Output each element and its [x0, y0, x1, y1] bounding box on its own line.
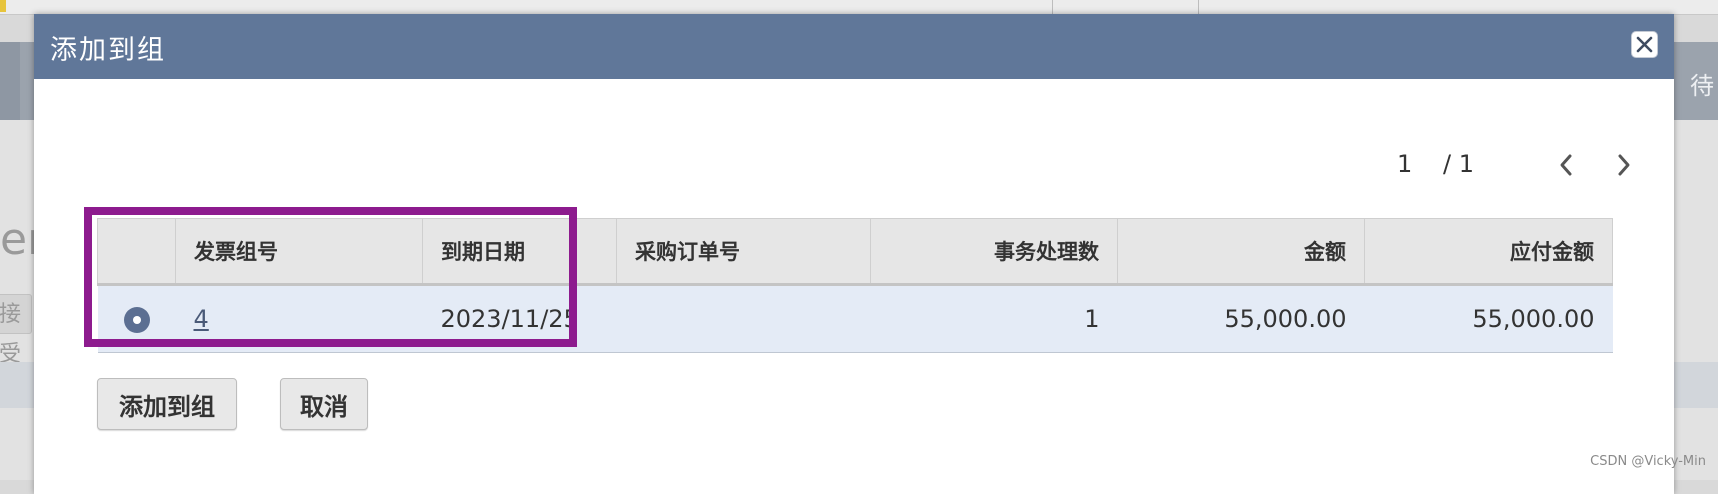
pager-next-button[interactable] — [1611, 150, 1637, 180]
cell-amount: 55,000.00 — [1117, 284, 1365, 353]
pager-total: / 1 — [1443, 150, 1474, 178]
group-no-link[interactable]: 4 — [194, 305, 209, 333]
row-radio-button[interactable] — [123, 307, 150, 333]
invoice-group-table: 发票组号 到期日期 采购订单号 事务处理数 金额 应付金额 4 2023/11/… — [97, 218, 1613, 353]
cell-po-number — [616, 284, 871, 353]
close-icon — [1636, 36, 1653, 53]
column-header-po-number[interactable]: 采购订单号 — [616, 218, 871, 286]
close-button[interactable] — [1631, 31, 1658, 58]
background-marker — [0, 0, 6, 12]
column-header-amount[interactable]: 金额 — [1117, 218, 1365, 286]
chevron-right-icon — [1618, 154, 1630, 176]
background-band-edge — [0, 42, 20, 120]
cell-group-no: 4 — [175, 284, 423, 353]
cancel-button[interactable]: 取消 — [280, 378, 368, 430]
column-header-due-date[interactable]: 到期日期 — [422, 218, 617, 286]
column-header-transaction-count[interactable]: 事务处理数 — [870, 218, 1118, 286]
background-toolbar — [0, 0, 1718, 15]
column-header-group-no[interactable]: 发票组号 — [175, 218, 423, 286]
add-to-group-dialog: 添加到组 1 / 1 发票组号 到期日期 采购订单号 事务处理数 金额 应付金额… — [34, 14, 1674, 494]
dialog-title: 添加到组 — [50, 35, 166, 66]
cell-payable-amount: 55,000.00 — [1364, 284, 1613, 353]
table-row[interactable]: 4 2023/11/25 1 55,000.00 55,000.00 — [97, 284, 1613, 353]
pager-prev-button[interactable] — [1553, 150, 1579, 180]
table-header-row: 发票组号 到期日期 采购订单号 事务处理数 金额 应付金额 — [97, 218, 1613, 286]
background-band-text: 待 — [1690, 72, 1714, 100]
pager-current: 1 — [1397, 150, 1413, 178]
chevron-left-icon — [1560, 154, 1572, 176]
row-select-cell — [97, 284, 176, 353]
column-header-select — [97, 218, 176, 286]
cell-due-date: 2023/11/25 — [422, 284, 617, 353]
watermark: CSDN @Vicky-Min — [1590, 454, 1706, 469]
background-field-divider — [1198, 0, 1199, 14]
column-header-payable-amount[interactable]: 应付金额 — [1364, 218, 1613, 286]
background-field-divider — [1052, 0, 1053, 14]
add-to-group-button[interactable]: 添加到组 — [97, 378, 237, 430]
dialog-header: 添加到组 — [34, 14, 1674, 79]
background-button-fragment: 接受 — [0, 294, 32, 367]
cell-transaction-count: 1 — [870, 284, 1118, 353]
